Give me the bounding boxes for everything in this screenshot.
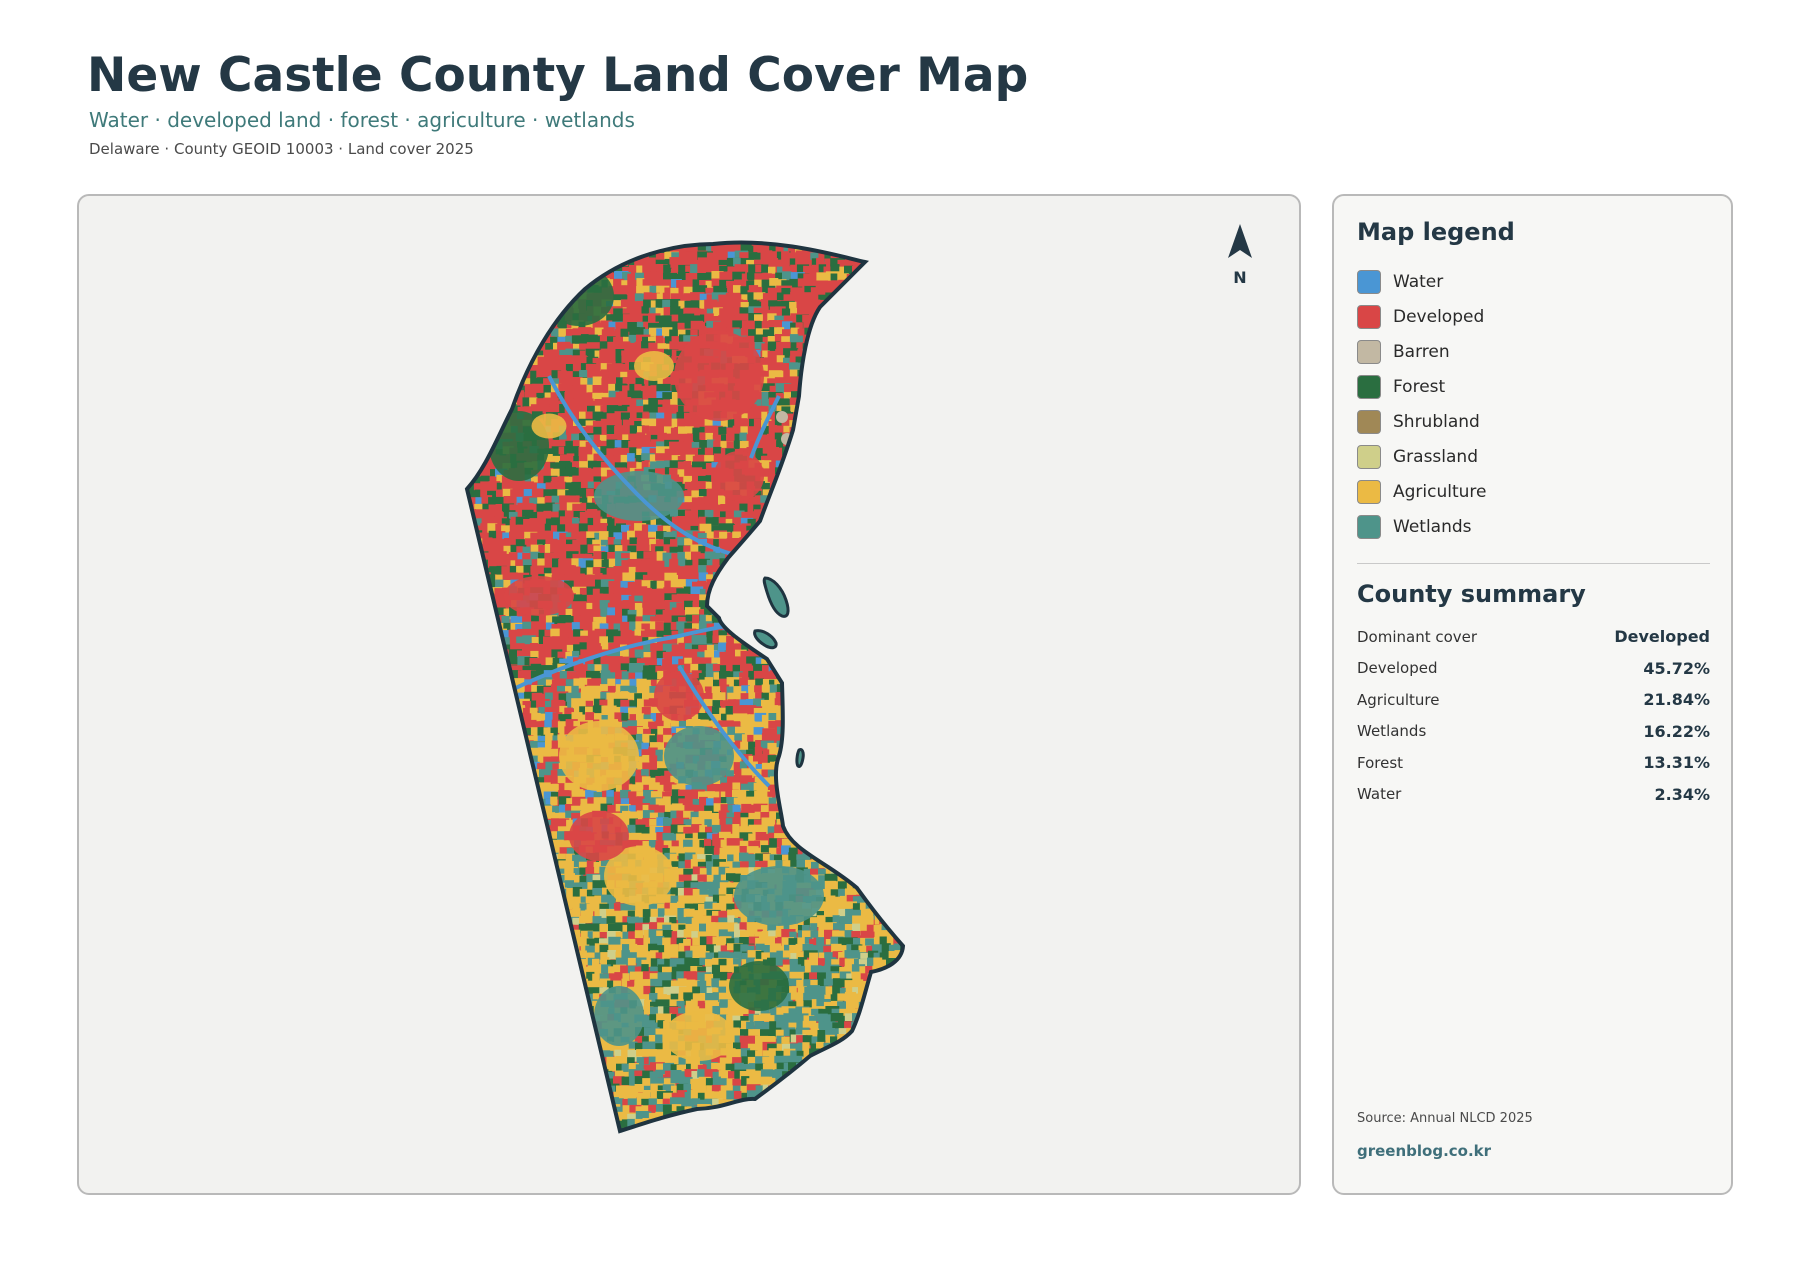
island-middle: [753, 629, 778, 650]
page-meta: Delaware · County GEOID 10003 · Land cov…: [89, 140, 474, 158]
legend-swatch: [1357, 339, 1381, 364]
legend-title: Map legend: [1357, 218, 1515, 246]
summary-key: Water: [1357, 785, 1402, 804]
legend-label: Forest: [1393, 376, 1446, 397]
map-panel[interactable]: N: [77, 194, 1301, 1195]
page-subtitle: Water · developed land · forest · agricu…: [89, 108, 635, 132]
legend-item-shrubland: Shrubland: [1357, 404, 1487, 439]
legend-label: Developed: [1393, 306, 1485, 327]
legend-swatch: [1357, 479, 1381, 504]
legend-label: Wetlands: [1393, 516, 1472, 537]
summary-value: 16.22%: [1643, 721, 1710, 741]
legend-label: Agriculture: [1393, 481, 1487, 502]
north-label: N: [1233, 268, 1247, 287]
legend-item-agriculture: Agriculture: [1357, 474, 1487, 509]
legend-label: Water: [1393, 271, 1444, 292]
summary-key: Forest: [1357, 753, 1404, 772]
legend-item-water: Water: [1357, 264, 1487, 299]
summary-row: Water 2.34%: [1357, 779, 1710, 811]
summary-table: Dominant cover Developed Developed 45.72% …: [1357, 621, 1710, 810]
summary-value: 45.72%: [1643, 658, 1710, 678]
summary-title: County summary: [1357, 580, 1586, 608]
legend-item-grassland: Grassland: [1357, 439, 1487, 474]
summary-row: Developed 45.72%: [1357, 653, 1710, 685]
legend-swatch: [1357, 304, 1381, 329]
summary-key: Agriculture: [1357, 690, 1440, 709]
summary-value: 2.34%: [1654, 784, 1710, 804]
legend-swatch: [1357, 514, 1381, 539]
legend-swatch: [1357, 444, 1381, 469]
land-cover-map[interactable]: [79, 196, 1301, 1195]
legend-list: Water Developed Barren Forest Shrubland …: [1357, 264, 1487, 544]
legend-swatch: [1357, 409, 1381, 434]
legend-label: Shrubland: [1393, 411, 1480, 432]
site-credit: greenblog.co.kr: [1357, 1142, 1492, 1160]
legend-item-barren: Barren: [1357, 334, 1487, 369]
summary-key: Developed: [1357, 659, 1438, 678]
divider: [1357, 563, 1710, 564]
summary-value: 21.84%: [1643, 690, 1710, 710]
legend-label: Barren: [1393, 341, 1450, 362]
summary-row: Wetlands 16.22%: [1357, 716, 1710, 748]
legend-item-developed: Developed: [1357, 299, 1487, 334]
page-title: New Castle County Land Cover Map: [87, 48, 1029, 103]
island-upper: [762, 576, 790, 618]
north-arrow-icon: [1228, 224, 1252, 258]
island-lower: [795, 748, 805, 768]
source-note: Source: Annual NLCD 2025: [1357, 1111, 1533, 1126]
legend-item-forest: Forest: [1357, 369, 1487, 404]
summary-key: Wetlands: [1357, 722, 1427, 741]
summary-value: 13.31%: [1643, 753, 1710, 773]
legend-swatch: [1357, 269, 1381, 294]
summary-key: Dominant cover: [1357, 627, 1478, 646]
legend-swatch: [1357, 374, 1381, 399]
summary-value: Developed: [1614, 627, 1710, 647]
legend-label: Grassland: [1393, 446, 1478, 467]
summary-row: Forest 13.31%: [1357, 747, 1710, 779]
summary-row: Agriculture 21.84%: [1357, 684, 1710, 716]
legend-item-wetlands: Wetlands: [1357, 509, 1487, 544]
side-panel: Map legend Water Developed Barren Forest…: [1332, 194, 1733, 1195]
summary-row: Dominant cover Developed: [1357, 621, 1710, 653]
north-arrow: N: [1225, 224, 1255, 287]
